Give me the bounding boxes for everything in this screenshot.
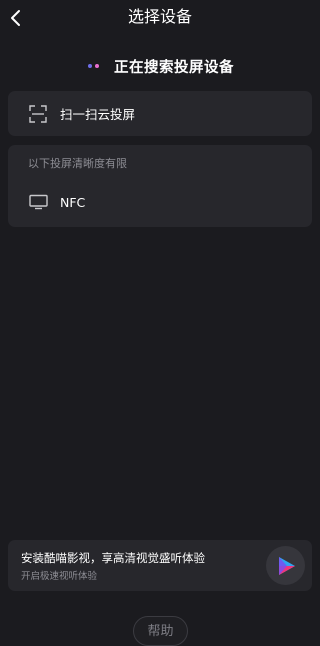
search-status: 正在搜索投屏设备	[0, 55, 320, 77]
scan-label: 扫一扫云投屏	[60, 107, 136, 122]
cool-miao-app-logo-icon[interactable]	[266, 546, 305, 585]
scan-icon	[29, 104, 47, 123]
promo-banner[interactable]: 安装酷喵影视，享高清视觉盛听体验 开启极速视听体验	[8, 540, 312, 591]
device-name: NFC	[60, 194, 86, 210]
loading-dot	[94, 64, 99, 68]
header: 选择设备	[0, 0, 320, 36]
play-logo-icon	[278, 556, 295, 575]
tv-icon	[29, 194, 48, 210]
promo-title: 安装酷喵影视，享高清视觉盛听体验	[21, 551, 205, 565]
loading-dots-icon	[86, 64, 100, 68]
device-list-header: 以下投屏清晰度有限	[28, 157, 127, 170]
device-item-nfc[interactable]: NFC	[8, 186, 312, 218]
help-button[interactable]: 帮助	[133, 616, 188, 646]
search-status-text: 正在搜索投屏设备	[114, 59, 234, 76]
loading-dot	[87, 64, 92, 68]
scan-cloud-cast-button[interactable]: 扫一扫云投屏	[8, 91, 312, 136]
device-list: 以下投屏清晰度有限 NFC	[8, 145, 312, 227]
promo-subtitle: 开启极速视听体验	[21, 571, 98, 582]
page-title: 选择设备	[127, 7, 192, 26]
